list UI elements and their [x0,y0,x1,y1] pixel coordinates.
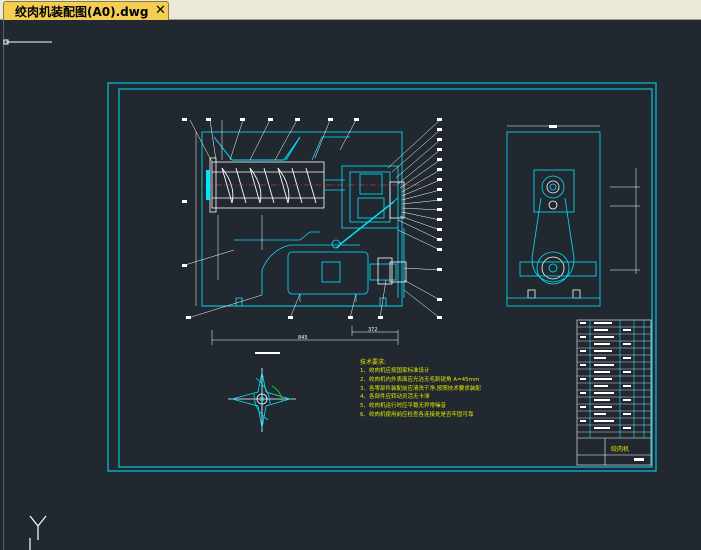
side-view [506,125,640,307]
ucs-icon [29,515,47,550]
title-block-name: 绞肉机 [611,446,630,453]
dimension-lower-text: 372 [368,327,378,333]
document-tab[interactable]: 绞肉机装配图(A0).dwg ✕ [3,1,169,20]
note-line: 4、各部件应转动灵活无卡滞 [360,394,430,401]
dimension-total-text: 845 [298,335,308,341]
cutter-detail-view [228,352,296,432]
technical-notes: 技术要求: 1、绞肉机应按国家标准设计 2、绞肉机内外表面应光洁无毛刺锐角 A=… [360,358,570,420]
front-view [182,118,442,345]
document-tab-bar: 绞肉机装配图(A0).dwg ✕ [0,0,701,20]
crosshair-cursor-icon [3,39,52,45]
note-line: 1、绞肉机应按国家标准设计 [360,368,430,374]
document-tab-title: 绞肉机装配图(A0).dwg [15,5,149,19]
cad-drawing [3,39,657,550]
note-line: 2、绞肉机内外表面应光洁无毛刺锐角 A=45mm [360,376,480,383]
note-line: 3、各零部件装配前应清洗干净,按照技术要求装配 [360,385,481,392]
note-line: 5、绞肉机运行时应平稳无异常噪音 [360,403,447,410]
notes-title: 技术要求: [360,359,387,366]
drawing-canvas[interactable]: 845 372 技术要求: 1、绞肉机应按国家标准设计 2、绞肉机内外表面应光洁… [0,20,701,550]
close-icon[interactable]: ✕ [155,2,166,20]
note-line: 6、绞肉机使用前应检查各连接处是否牢固可靠 [360,411,474,418]
